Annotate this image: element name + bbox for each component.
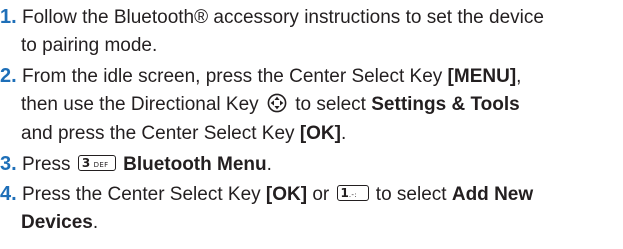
step-1-text-1: Follow the Bluetooth® accessory instruct… [16, 7, 544, 28]
settings-tools-label: Settings & Tools [371, 94, 520, 115]
instruction-steps: 1. Follow the Bluetooth® accessory instr… [0, 0, 623, 249]
ok-key-label-2: [OK] [265, 184, 308, 205]
key-3-letters: DEF [93, 160, 109, 169]
step-4-text-2b: . [92, 212, 99, 233]
step-2-text-1a: From the idle screen, press the Center S… [16, 66, 448, 87]
step-2-text-3a: and press the Center Select Key [21, 123, 300, 144]
step-1-number: 1. [0, 6, 17, 28]
step-2-line-2: then use the Directional Key to select S… [21, 91, 520, 119]
menu-key-label: [MENU] [447, 66, 517, 87]
step-1-text-2: to pairing mode. [21, 35, 158, 56]
devices-label: Devices [21, 212, 93, 233]
step-3-line-1: 3. Press 3 DEF Bluetooth Menu. [0, 150, 272, 178]
key-1-digit: 1 [340, 185, 349, 200]
step-4-text-1b: or [307, 184, 335, 205]
directional-key-icon [267, 93, 287, 113]
bluetooth-menu-label: Bluetooth Menu [123, 154, 267, 175]
step-4-text-1a: Press the Center Select Key [16, 184, 266, 205]
add-new-label: Add New [451, 184, 534, 205]
step-1-line-1: 1. Follow the Bluetooth® accessory instr… [0, 3, 544, 31]
step-2-text-2b: to select [289, 94, 372, 115]
step-2-text-2a: then use the Directional Key [21, 94, 264, 115]
step-4-number: 4. [0, 183, 17, 205]
step-2-line-1: 2. From the idle screen, press the Cente… [0, 62, 521, 90]
step-4-line-1: 4. Press the Center Select Key [OK] or 1… [0, 180, 533, 208]
ok-key-label: [OK] [299, 123, 341, 144]
step-2-line-3: and press the Center Select Key [OK]. [21, 120, 346, 148]
step-1-line-2: to pairing mode. [21, 32, 157, 60]
step-3-text-b: . [266, 154, 272, 175]
key-1-symbols: .-: [348, 190, 357, 199]
step-2-text-3b: . [340, 123, 347, 144]
key-3-digit: 3 [81, 155, 91, 170]
step-3-number: 3. [0, 153, 17, 175]
step-2-number: 2. [0, 65, 17, 87]
key-3-def-icon: 3 DEF [77, 154, 116, 171]
step-4-text-1c: to select [370, 184, 452, 205]
key-1-voicemail-icon: 1.-: [336, 184, 369, 201]
step-3-text-a: Press [16, 154, 76, 175]
step-4-line-2: Devices. [21, 209, 98, 237]
step-2-text-1b: , [516, 66, 522, 87]
